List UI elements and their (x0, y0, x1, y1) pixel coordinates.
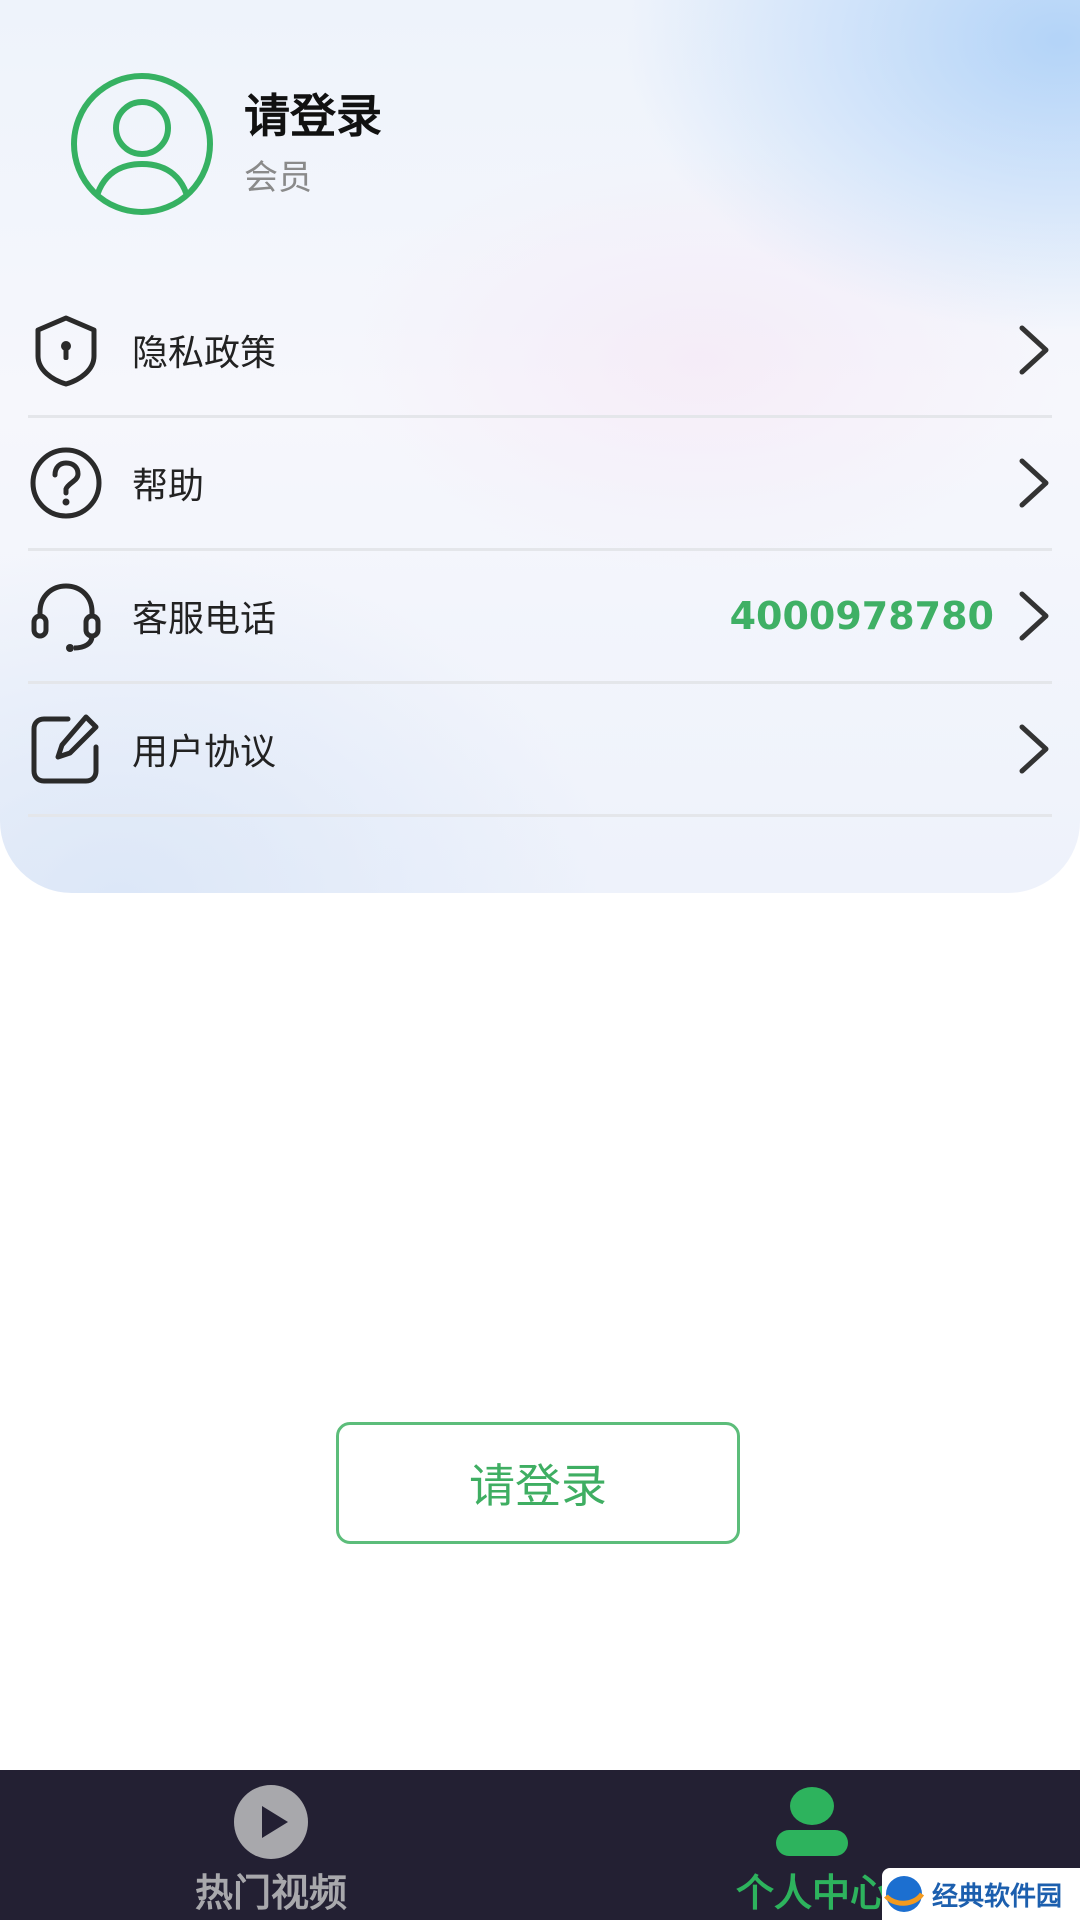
watermark-logo: 经典软件园 (882, 1868, 1080, 1920)
globe-logo-icon (884, 1876, 925, 1912)
edit-square-icon (28, 711, 104, 787)
menu-label-customer-service: 客服电话 (132, 599, 277, 640)
menu-item-user-agreement[interactable]: 用户协议 (28, 684, 1052, 817)
play-circle-icon (234, 1785, 308, 1859)
user-icon (776, 1787, 848, 1856)
menu-label-help: 帮助 (132, 466, 205, 507)
menu-item-help[interactable]: 帮助 (28, 418, 1052, 551)
menu-label-privacy-policy: 隐私政策 (132, 333, 277, 374)
chevron-right-icon (1019, 458, 1049, 508)
tab-hot-videos[interactable]: 热门视频 (121, 1770, 421, 1920)
menu-item-privacy-policy[interactable]: 隐私政策 (28, 285, 1052, 418)
profile-header-card: 请登录 会员 隐私政策 帮助 客服电话 4000978780 用户协议 (0, 0, 1080, 893)
headset-icon (28, 578, 104, 654)
shield-lock-icon (28, 312, 104, 388)
menu-item-customer-service-phone[interactable]: 客服电话 4000978780 (28, 551, 1052, 684)
service-phone-number[interactable]: 4000978780 (730, 594, 994, 638)
chevron-right-icon (1019, 325, 1049, 375)
settings-menu: 隐私政策 帮助 客服电话 4000978780 用户协议 (28, 285, 1052, 817)
watermark-text: 经典软件园 (932, 1881, 1063, 1912)
login-button[interactable]: 请登录 (336, 1422, 740, 1544)
member-label: 会员 (244, 158, 312, 198)
avatar-icon[interactable] (70, 72, 214, 216)
menu-label-user-agreement: 用户协议 (132, 732, 277, 773)
tab-label-hot-videos: 热门视频 (194, 1871, 347, 1915)
chevron-right-icon (1019, 724, 1049, 774)
login-prompt-title[interactable]: 请登录 (244, 88, 382, 144)
chevron-right-icon (1019, 591, 1049, 641)
question-circle-icon (28, 445, 104, 521)
